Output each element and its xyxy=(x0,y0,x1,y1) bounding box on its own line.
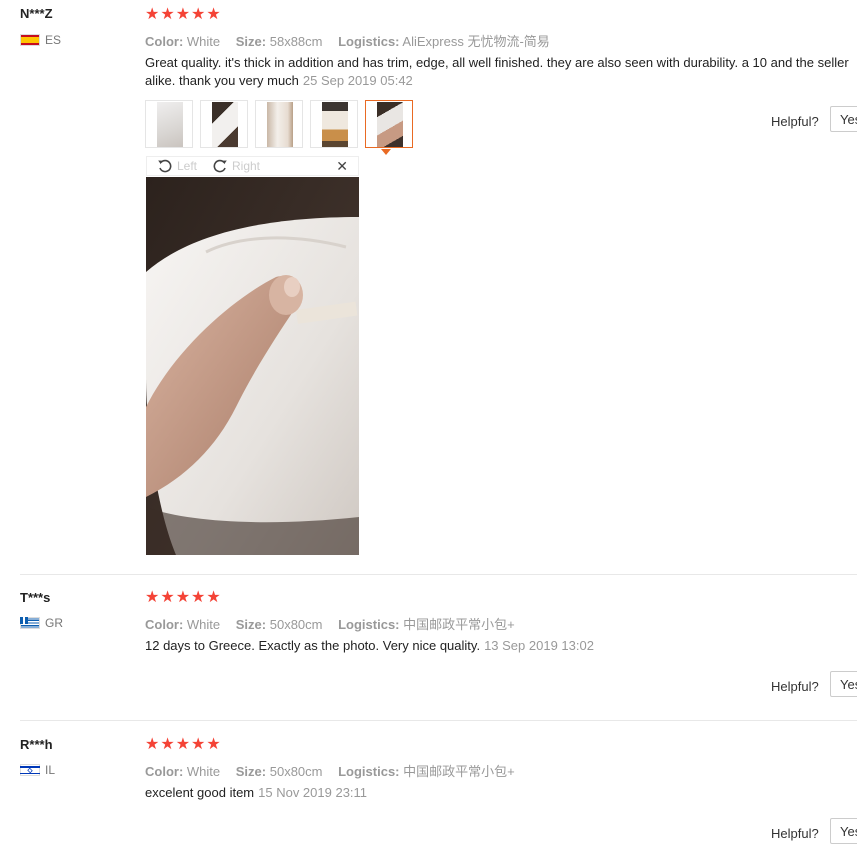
color-value: White xyxy=(186,764,221,779)
helpful-label: Helpful? xyxy=(771,114,819,129)
color-label: Color: xyxy=(145,617,184,632)
size-value: 58x88cm xyxy=(269,34,323,49)
review-content: Great quality. it's thick in addition an… xyxy=(145,54,855,90)
rotate-right-button[interactable]: Right xyxy=(212,159,260,173)
review-date: 13 Sep 2019 13:02 xyxy=(484,638,594,653)
color-label: Color: xyxy=(145,764,184,779)
helpful-yes-button[interactable]: Yes xyxy=(830,671,857,697)
rotate-left-label: Left xyxy=(177,159,198,173)
greece-flag-icon xyxy=(20,617,40,629)
review-divider xyxy=(20,720,857,721)
size-label: Size: xyxy=(235,34,267,49)
review-photo-thumb[interactable] xyxy=(255,100,303,148)
rotate-right-label: Right xyxy=(232,159,261,173)
product-attributes: Color: White Size: 50x80cm Logistics: 中国… xyxy=(145,761,527,780)
reviewer-name: T***s xyxy=(20,590,51,605)
color-label: Color: xyxy=(145,34,184,49)
review-photo-thumb[interactable] xyxy=(310,100,358,148)
review-photo-thumb[interactable] xyxy=(200,100,248,148)
size-value: 50x80cm xyxy=(269,764,323,779)
rotate-right-icon xyxy=(213,159,227,173)
star-rating: ★★★★★ xyxy=(145,589,222,606)
close-icon[interactable]: ✕ xyxy=(336,158,348,175)
reviewer-name: N***Z xyxy=(20,6,53,21)
logistics-value: 中国邮政平常小包+ xyxy=(403,764,515,779)
review-text: 12 days to Greece. Exactly as the photo.… xyxy=(145,638,481,653)
logistics-value: 中国邮政平常小包+ xyxy=(403,617,515,632)
review-content: 12 days to Greece. Exactly as the photo.… xyxy=(145,637,855,655)
star-rating: ★★★★★ xyxy=(145,6,222,23)
review-date: 15 Nov 2019 23:11 xyxy=(258,785,368,800)
review-content: excelent good item 15 Nov 2019 23:11 xyxy=(145,784,855,802)
product-attributes: Color: White Size: 58x88cm Logistics: Al… xyxy=(145,31,562,50)
photo-viewer-toolbar: Left Right ✕ xyxy=(146,156,359,176)
reviewer-country: ES xyxy=(20,33,61,47)
review-photo-large xyxy=(146,177,359,555)
country-code: ES xyxy=(45,33,62,47)
helpful-label: Helpful? xyxy=(771,826,819,841)
logistics-value: AliExpress 无忧物流-简易 xyxy=(402,34,550,49)
rotate-left-icon xyxy=(158,159,172,173)
color-value: White xyxy=(186,617,221,632)
review-text: Great quality. it's thick in addition an… xyxy=(145,55,849,88)
review-photo-thumb-active[interactable] xyxy=(365,100,413,148)
rotate-left-button[interactable]: Left xyxy=(157,159,197,173)
review-date: 25 Sep 2019 05:42 xyxy=(302,73,413,88)
active-thumb-caret xyxy=(381,149,391,155)
color-value: White xyxy=(186,34,221,49)
photo-thumbnails xyxy=(145,100,420,148)
product-attributes: Color: White Size: 50x80cm Logistics: 中国… xyxy=(145,614,527,633)
star-rating: ★★★★★ xyxy=(145,736,222,753)
size-value: 50x80cm xyxy=(269,617,323,632)
spain-flag-icon xyxy=(20,34,40,46)
country-code: IL xyxy=(45,763,56,777)
size-label: Size: xyxy=(235,617,267,632)
reviewer-country: IL xyxy=(20,763,55,777)
review-photo-thumb[interactable] xyxy=(145,100,193,148)
helpful-yes-button[interactable]: Yes xyxy=(830,106,857,132)
reviewer-country: GR xyxy=(20,616,63,630)
helpful-label: Helpful? xyxy=(771,679,819,694)
logistics-label: Logistics: xyxy=(338,617,400,632)
reviewer-name: R***h xyxy=(20,737,53,752)
israel-flag-icon xyxy=(20,764,40,776)
logistics-label: Logistics: xyxy=(338,764,400,779)
helpful-yes-button[interactable]: Yes xyxy=(830,818,857,844)
logistics-label: Logistics: xyxy=(338,34,400,49)
review-text: excelent good item xyxy=(145,785,255,800)
review-divider xyxy=(20,574,857,575)
country-code: GR xyxy=(45,616,63,630)
size-label: Size: xyxy=(235,764,267,779)
